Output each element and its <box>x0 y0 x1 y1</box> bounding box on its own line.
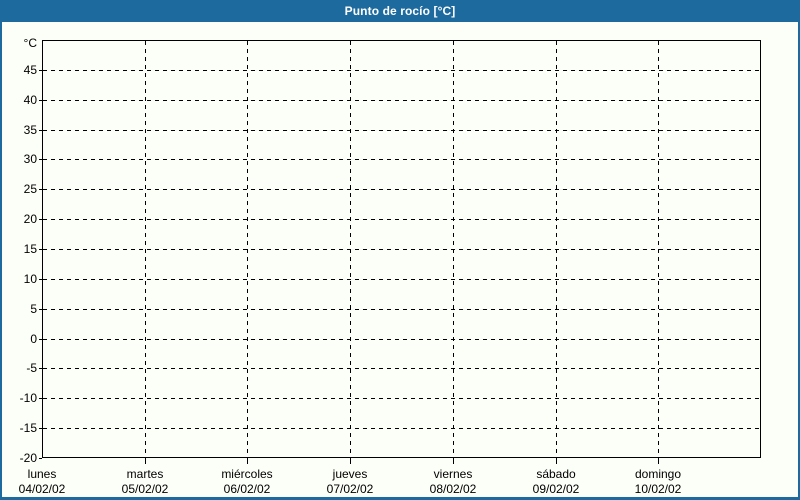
dew-point-chart-window: Punto de rocío [°C] °C 45 40 35 30 25 20 15 10 5… <box>0 0 800 500</box>
y-tick-label: 10 <box>23 272 37 286</box>
y-axis-tick <box>39 339 42 340</box>
y-tick-label: 30 <box>23 152 37 166</box>
h-gridline <box>43 368 760 369</box>
v-gridline <box>556 41 557 457</box>
x-day-label: miércoles <box>221 467 273 481</box>
h-gridline <box>43 189 760 190</box>
h-gridline <box>43 398 760 399</box>
y-axis-tick <box>39 279 42 280</box>
x-date-label: 09/02/02 <box>532 482 580 496</box>
x-axis-tick <box>556 458 557 464</box>
y-axis-tick <box>39 189 42 190</box>
y-tick-label: 40 <box>23 93 37 107</box>
h-gridline <box>43 279 760 280</box>
x-axis-tick <box>658 458 659 464</box>
x-day-label: jueves <box>332 467 368 481</box>
x-day-label: martes <box>126 467 164 481</box>
v-gridline <box>658 41 659 457</box>
y-axis-tick <box>39 309 42 310</box>
y-axis-tick <box>39 100 42 101</box>
x-date-label: 10/02/02 <box>634 482 682 496</box>
x-date-label: 06/02/02 <box>223 482 271 496</box>
x-axis-tick <box>145 458 146 464</box>
y-axis-tick <box>39 219 42 220</box>
y-axis-tick <box>39 130 42 131</box>
v-gridline <box>247 41 248 457</box>
y-tick-label: 35 <box>23 123 37 137</box>
y-tick-label: -5 <box>26 361 37 375</box>
x-day-label: domingo <box>634 467 682 481</box>
h-gridline <box>43 309 760 310</box>
y-axis-tick <box>39 458 42 459</box>
y-axis-tick <box>39 249 42 250</box>
x-date-label: 05/02/02 <box>121 482 169 496</box>
h-gridline <box>43 219 760 220</box>
x-axis-tick <box>453 458 454 464</box>
chart-area: °C 45 40 35 30 25 20 15 10 5 0 -5 -10 -15 -20 lunes 04/… <box>2 22 798 497</box>
x-date-label: 04/02/02 <box>18 482 66 496</box>
y-axis-tick <box>39 159 42 160</box>
y-tick-label: -10 <box>19 391 37 405</box>
y-tick-label: 25 <box>23 182 37 196</box>
h-gridline <box>43 159 760 160</box>
y-axis-tick <box>39 428 42 429</box>
v-gridline <box>350 41 351 457</box>
h-gridline <box>43 130 760 131</box>
h-gridline <box>43 339 760 340</box>
y-tick-label: -15 <box>19 421 37 435</box>
y-tick-label: -20 <box>19 451 37 465</box>
h-gridline <box>43 100 760 101</box>
h-gridline <box>43 428 760 429</box>
v-gridline <box>453 41 454 457</box>
y-tick-label: 15 <box>23 242 37 256</box>
y-tick-label: 5 <box>30 302 37 316</box>
y-axis-tick <box>39 368 42 369</box>
y-tick-label: 20 <box>23 212 37 226</box>
x-date-label: 08/02/02 <box>429 482 477 496</box>
x-date-label: 07/02/02 <box>326 482 374 496</box>
y-axis-unit-label: °C <box>23 36 37 50</box>
x-day-label: lunes <box>27 467 57 481</box>
x-day-label: viernes <box>433 467 473 481</box>
h-gridline <box>43 249 760 250</box>
x-day-label: sábado <box>536 467 576 481</box>
y-axis-tick <box>39 398 42 399</box>
h-gridline <box>43 70 760 71</box>
y-tick-label: 0 <box>30 332 37 346</box>
y-tick-label: 45 <box>23 63 37 77</box>
x-axis-tick <box>350 458 351 464</box>
chart-title: Punto de rocío [°C] <box>344 4 456 18</box>
v-gridline <box>145 41 146 457</box>
y-axis-tick <box>39 70 42 71</box>
x-axis-tick <box>247 458 248 464</box>
chart-title-bar: Punto de rocío [°C] <box>2 0 798 22</box>
